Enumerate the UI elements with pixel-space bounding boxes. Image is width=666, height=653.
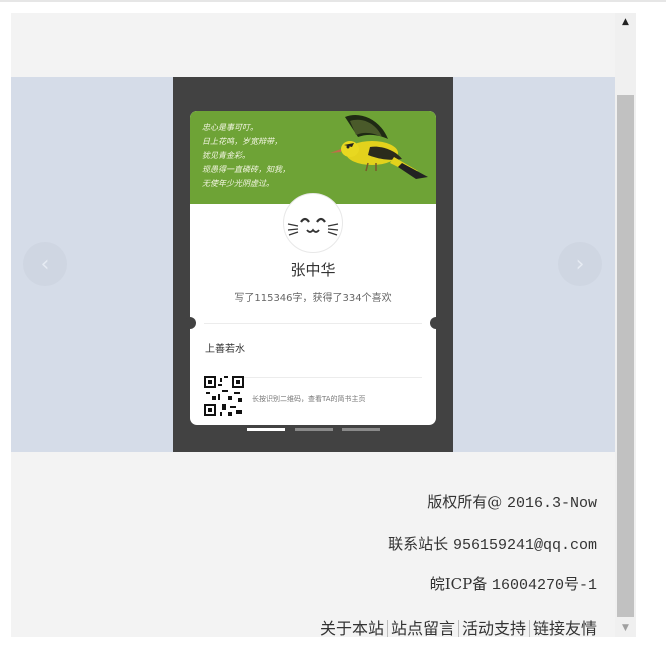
contact-line: 联系站长 956159241@qq.com	[388, 533, 597, 554]
carousel-prev-button[interactable]: ‹	[23, 242, 67, 286]
footer-link-friends[interactable]: 链接友情	[533, 619, 597, 637]
carousel-indicators	[247, 428, 383, 431]
chevron-right-icon: ›	[575, 251, 585, 277]
chevron-left-icon: ‹	[40, 251, 50, 277]
arrow-up-icon: ▲	[622, 17, 629, 27]
icp-label: 皖ICP备	[429, 575, 488, 593]
footer-link-activity[interactable]: 活动支持	[462, 619, 526, 637]
scroll-up-button[interactable]: ▲	[615, 13, 636, 31]
footer-links: 关于本站 站点留言 活动支持 链接友情	[320, 615, 597, 637]
copyright-line: 版权所有@ 2016.3-Now	[427, 491, 597, 512]
carousel-dot[interactable]	[247, 428, 285, 431]
author-stats: 写了115346字，获得了334个喜欢	[234, 293, 392, 304]
profile-share-card: 忠心是事可叮。 日上花鸣，岁宽辩带， 犹见青金彩。 现愚得一直磷砖，知我， 无使…	[190, 111, 436, 425]
link-separator	[528, 620, 530, 637]
divider	[204, 323, 422, 324]
vertical-scrollbar[interactable]: ▲ ▼	[615, 13, 636, 637]
footer-link-about[interactable]: 关于本站	[320, 619, 384, 637]
top-border	[0, 0, 666, 2]
author-motto: 上善若水	[205, 344, 245, 355]
cat-face-icon	[287, 217, 339, 236]
footer-link-guestbook[interactable]: 站点留言	[391, 619, 455, 637]
card-notch-left	[184, 317, 196, 329]
link-separator	[386, 620, 388, 637]
copyright-label: 版权所有@	[427, 493, 503, 511]
card-notch-right	[430, 317, 442, 329]
icp-number[interactable]: 16004270号-1	[492, 577, 597, 594]
link-separator	[457, 620, 459, 637]
page-viewport: ‹ › 忠心是事可叮。 日上花鸣，岁宽辩带， 犹见青金彩。 现愚得一直磷砖，知我…	[11, 13, 615, 637]
carousel-slide[interactable]: 忠心是事可叮。 日上花鸣，岁宽辩带， 犹见青金彩。 现愚得一直磷砖，知我， 无使…	[173, 77, 453, 452]
oriole-bird-illustration	[330, 115, 428, 179]
scroll-down-button[interactable]: ▼	[615, 619, 636, 637]
scrollbar-thumb[interactable]	[617, 95, 634, 617]
image-carousel: ‹ › 忠心是事可叮。 日上花鸣，岁宽辩带， 犹见青金彩。 现愚得一直磷砖，知我…	[11, 77, 615, 452]
author-name: 张中华	[290, 261, 336, 279]
contact-label: 联系站长	[388, 535, 449, 553]
icp-line: 皖ICP备 16004270号-1	[430, 573, 597, 594]
carousel-dot[interactable]	[295, 428, 333, 431]
avatar[interactable]	[283, 193, 343, 253]
arrow-down-icon: ▼	[622, 623, 629, 633]
carousel-dot[interactable]	[342, 428, 380, 431]
copyright-value: 2016.3-Now	[506, 495, 597, 512]
qr-code-icon	[204, 376, 244, 416]
contact-email[interactable]: 956159241@qq.com	[453, 537, 597, 554]
carousel-next-button[interactable]: ›	[558, 242, 602, 286]
qr-hint-text: 长按识别二维码，查看TA的简书主页	[252, 395, 366, 403]
card-banner-image: 忠心是事可叮。 日上花鸣，岁宽辩带， 犹见青金彩。 现愚得一直磷砖，知我， 无使…	[190, 111, 436, 204]
